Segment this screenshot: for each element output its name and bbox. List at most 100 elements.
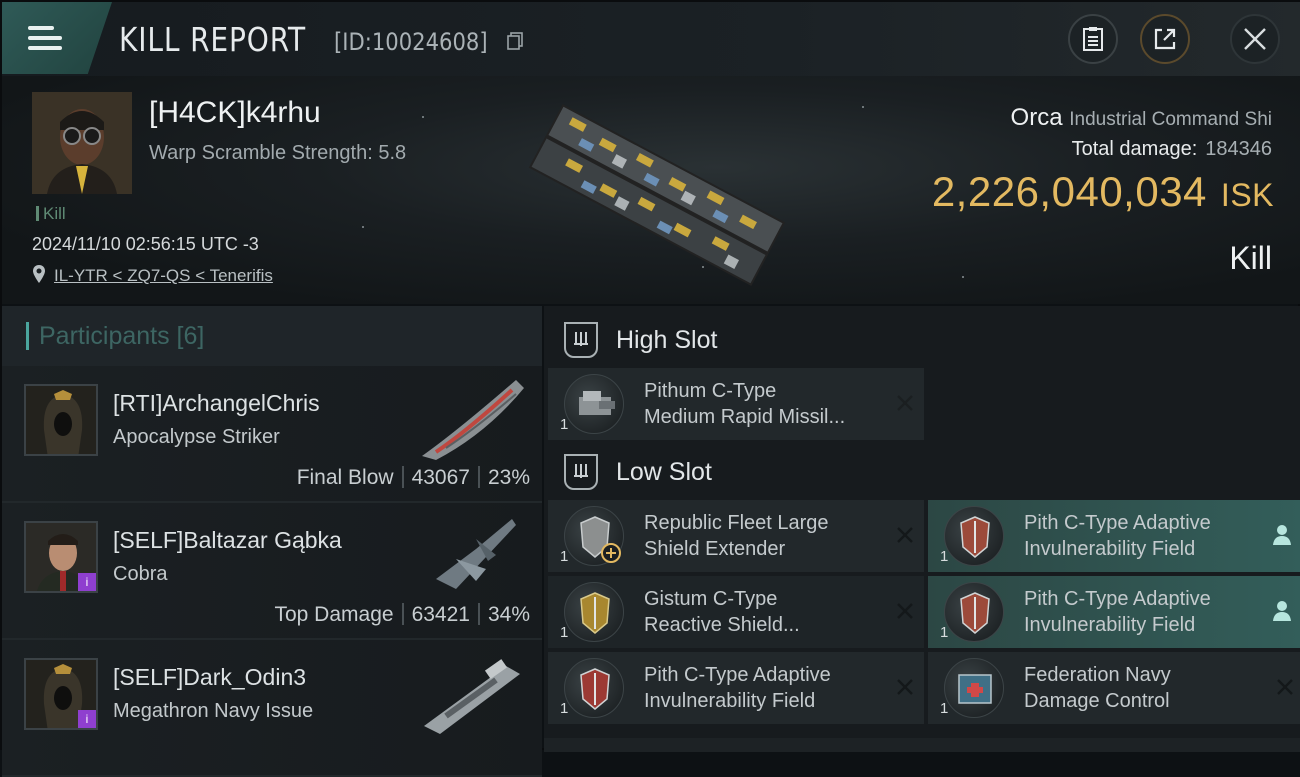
avatar: i: [24, 521, 98, 593]
low-slot-icon: [564, 454, 598, 490]
module-name-line2: Invulnerability Field: [644, 690, 816, 712]
participant-ship-image: [424, 659, 520, 734]
copy-icon[interactable]: [507, 32, 523, 50]
module-name-line1: Republic Fleet Large: [644, 512, 829, 534]
top-bar: KILL REPORT [ID:10024608]: [2, 2, 1300, 76]
participant-row[interactable]: [RTI]ArchangelChris Apocalypse Striker F…: [2, 366, 542, 503]
module-name-line1: Pithum C-Type: [644, 380, 777, 402]
participant-percent: 34%: [487, 603, 530, 626]
participant-damage: 63421: [411, 603, 470, 626]
menu-button[interactable]: [2, 2, 112, 74]
missile-launcher-icon: [564, 374, 624, 434]
module-name: Republic Fleet Large Shield Extender: [644, 510, 884, 562]
module-quantity: 1: [560, 548, 569, 565]
module-quantity: 1: [560, 700, 569, 717]
module-name-line2: Invulnerability Field: [1024, 538, 1196, 560]
module-name: Pith C-Type Adaptive Invulnerability Fie…: [1024, 510, 1264, 562]
module-name-line1: Federation Navy: [1024, 664, 1171, 686]
module-name-line1: Pith C-Type Adaptive: [1024, 588, 1211, 610]
high-slot-label: High Slot: [616, 325, 718, 354]
participant-percent: 23%: [487, 466, 530, 489]
invulnerability-field-icon: [944, 506, 1004, 566]
module-name-line2: Damage Control: [1024, 690, 1170, 712]
participant-role: Final Blow: [296, 466, 394, 489]
participant-stats: Top Damage 63421 34%: [274, 603, 530, 627]
module-quantity: 1: [560, 416, 569, 433]
victim-summary: [H4CK]k4rhu Warp Scramble Strength: 5.8 …: [2, 76, 1300, 304]
clipboard-button[interactable]: [1068, 14, 1118, 64]
participant-name: [SELF]Baltazar Gąbka: [113, 527, 342, 553]
total-damage: Total damage: 184346: [1072, 138, 1272, 161]
module-item[interactable]: 1 Republic Fleet Large Shield Extender: [548, 500, 924, 572]
module-item[interactable]: 1 Gistum C-Type Reactive Shield...: [548, 576, 924, 648]
participant-ship: Apocalypse Striker: [113, 426, 280, 448]
module-item[interactable]: 1 Pith C-Type Adaptive Invulnerability F…: [928, 500, 1300, 572]
participant-ship-image: [436, 519, 516, 589]
app-frame: KILL REPORT [ID:10024608] [H4CK]k4rhu Wa…: [0, 0, 1300, 777]
warp-scramble-strength: Warp Scramble Strength: 5.8: [149, 142, 407, 164]
destroyed-x-icon: [897, 603, 913, 619]
module-item[interactable]: 1 Pith C-Type Adaptive Invulnerability F…: [928, 576, 1300, 648]
victim-portrait[interactable]: [32, 92, 132, 194]
invulnerability-field-icon: [564, 658, 624, 718]
avatar: i: [24, 658, 98, 730]
destroyed-x-icon: [1277, 679, 1293, 695]
participants-panel: Participants [6] [RTI]ArchangelChris Apo…: [2, 306, 542, 777]
module-name: Pith C-Type Adaptive Invulnerability Fie…: [1024, 586, 1264, 638]
module-quantity: 1: [560, 624, 569, 641]
module-name-line2: Medium Rapid Missil...: [644, 406, 846, 428]
module-name-line1: Pith C-Type Adaptive: [1024, 512, 1211, 534]
participants-header[interactable]: Participants [6]: [2, 306, 542, 366]
module-quantity: 1: [940, 624, 949, 641]
module-item[interactable]: 1 Pith C-Type Adaptive Invulnerability F…: [548, 652, 924, 724]
participant-name: [RTI]ArchangelChris: [113, 390, 320, 416]
module-name-line2: Shield Extender: [644, 538, 786, 560]
damage-control-icon: [944, 658, 1004, 718]
total-damage-label: Total damage:: [1071, 138, 1198, 160]
reactive-shield-icon: [564, 582, 624, 642]
participant-ship: Cobra: [113, 563, 168, 585]
avatar: [24, 384, 98, 456]
participant-stats: Final Blow 43067 23%: [297, 466, 530, 490]
hamburger-icon: [28, 20, 62, 56]
victim-ship-render[interactable]: [512, 100, 802, 290]
result-label: Kill: [1229, 240, 1272, 276]
report-id: [ID:10024608]: [334, 28, 488, 56]
kill-timestamp: 2024/11/10 02:56:15 UTC -3: [32, 234, 259, 254]
module-quantity: 1: [940, 548, 949, 565]
dropped-person-icon: [1273, 525, 1291, 545]
kill-tag: Kill: [36, 204, 66, 224]
module-name: Pith C-Type Adaptive Invulnerability Fie…: [644, 662, 884, 714]
ship-class: Industrial Command Shi: [1069, 109, 1272, 130]
total-damage-value: 184346: [1205, 138, 1272, 160]
pilot-avatar-image: [32, 92, 132, 194]
module-name-line1: Gistum C-Type: [644, 588, 778, 610]
module-item[interactable]: 1 Federation Navy Damage Control: [928, 652, 1300, 724]
module-name: Federation Navy Damage Control: [1024, 662, 1264, 714]
module-quantity: 1: [940, 700, 949, 717]
fitting-panel: High Slot 1 Pithum C-Type Medium Rapid M…: [544, 306, 1300, 752]
participant-row[interactable]: i [SELF]Baltazar Gąbka Cobra Top Damage 6…: [2, 503, 542, 640]
low-slot-label: Low Slot: [616, 457, 712, 486]
module-name-line2: Reactive Shield...: [644, 614, 800, 636]
module-name: Pithum C-Type Medium Rapid Missil...: [644, 378, 884, 430]
shield-extender-icon: [564, 506, 624, 566]
location-pin-icon: [33, 265, 45, 283]
victim-name[interactable]: [H4CK]k4rhu: [149, 96, 321, 130]
participant-name: [SELF]Dark_Odin3: [113, 664, 307, 690]
close-icon: [1244, 28, 1266, 50]
participant-damage: 43067: [411, 466, 470, 489]
module-name: Gistum C-Type Reactive Shield...: [644, 586, 884, 638]
close-button[interactable]: [1230, 14, 1280, 64]
participant-role: Top Damage: [274, 603, 394, 626]
module-item[interactable]: 1 Pithum C-Type Medium Rapid Missil...: [548, 368, 924, 440]
share-button[interactable]: [1140, 14, 1190, 64]
kill-location-link[interactable]: IL-YTR < ZQ7-QS < Tenerifis: [54, 266, 273, 286]
page-title: KILL REPORT: [119, 20, 306, 59]
corp-badge-icon: i: [78, 573, 96, 591]
participant-row[interactable]: i [SELF]Dark_Odin3 Megathron Navy Issue: [2, 640, 542, 777]
dropped-person-icon: [1273, 601, 1291, 621]
share-icon: [1154, 28, 1176, 50]
ship-name: Orca: [1010, 104, 1063, 131]
high-slot-header: High Slot: [544, 310, 1300, 370]
